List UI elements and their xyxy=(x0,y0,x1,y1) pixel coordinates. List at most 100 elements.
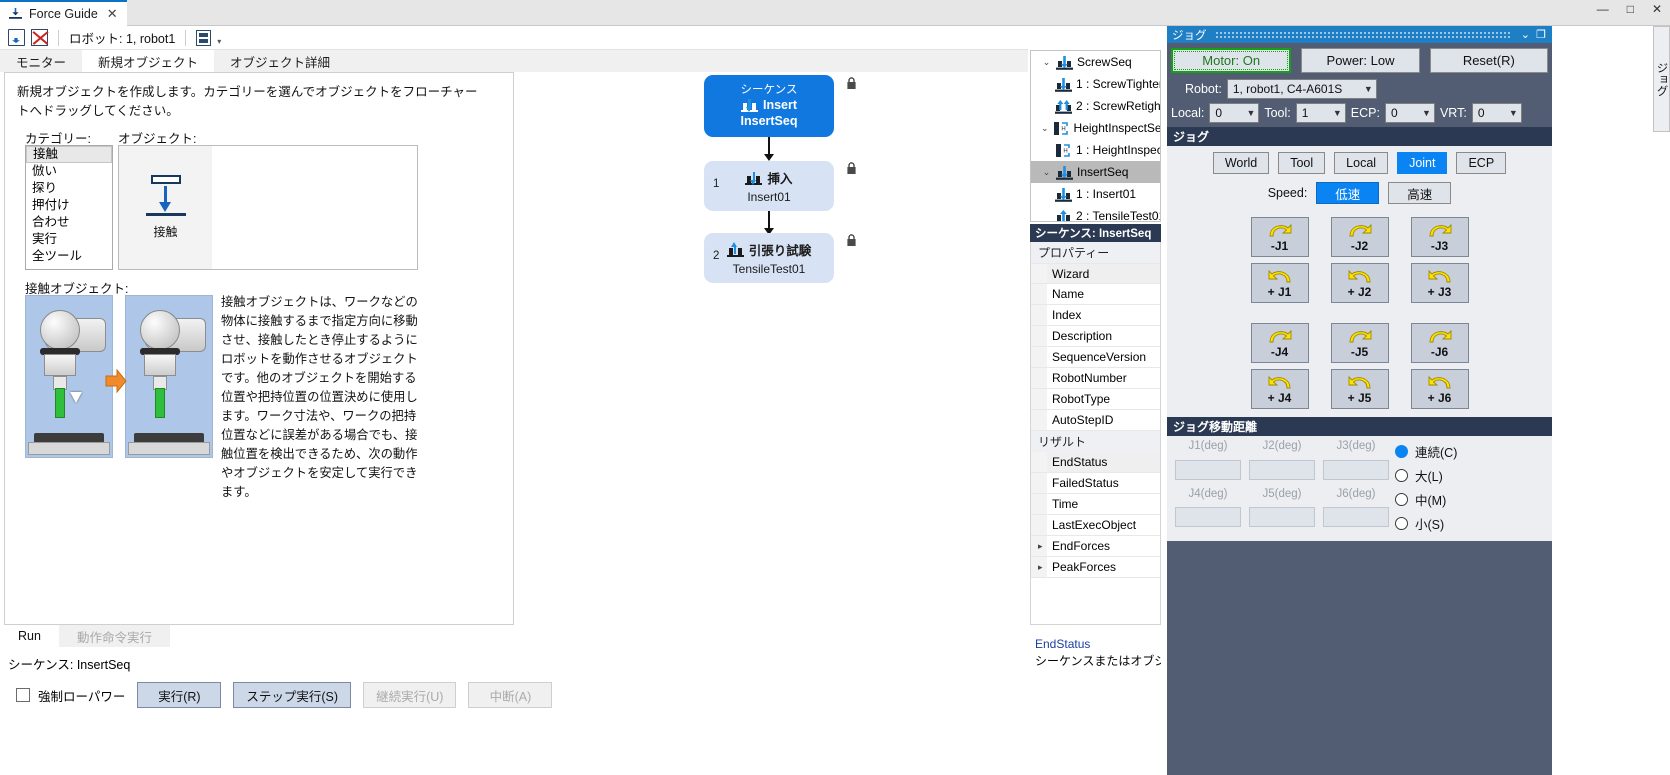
motor-toggle-button[interactable]: Motor: On xyxy=(1171,48,1291,73)
tab-run[interactable]: Run xyxy=(0,625,59,647)
distance-mode-large[interactable]: 大(L) xyxy=(1395,466,1457,485)
chevron-down-icon[interactable]: ⌄ xyxy=(1041,167,1052,178)
save-document-icon[interactable] xyxy=(8,29,25,46)
tree-item-tensiletest01[interactable]: 2 : TensileTest01 xyxy=(1031,205,1160,222)
distance-mode-continuous[interactable]: 連続(C) xyxy=(1395,442,1457,461)
category-item-probe[interactable]: 探り xyxy=(26,180,112,197)
category-item-contact[interactable]: 接触 xyxy=(26,146,112,163)
vrt-select[interactable]: 0 ▼ xyxy=(1472,103,1522,123)
jog-mode-local[interactable]: Local xyxy=(1334,152,1388,174)
category-item-align[interactable]: 合わせ xyxy=(26,214,112,231)
layout-icon[interactable] xyxy=(196,30,211,46)
chevron-right-icon[interactable]: ▸ xyxy=(1038,541,1043,552)
distance-input-j4[interactable] xyxy=(1175,507,1241,527)
robot-selector-label[interactable]: ロボット: 1, robot1 xyxy=(69,28,175,47)
category-item-execute[interactable]: 実行 xyxy=(26,231,112,248)
distance-mode-small[interactable]: 小(S) xyxy=(1395,514,1457,533)
jog-plus-j6[interactable]: + J6 xyxy=(1411,369,1469,409)
tree-item-screwretighten01[interactable]: 2 : ScrewRetighten01 xyxy=(1031,95,1160,117)
close-icon[interactable]: ✕ xyxy=(104,6,121,22)
tab-object-detail[interactable]: オブジェクト詳細 xyxy=(214,50,346,72)
jog-plus-j5[interactable]: + J5 xyxy=(1331,369,1389,409)
category-item-follow[interactable]: 倣い xyxy=(26,163,112,180)
tree-item-heightinspectseq[interactable]: ⌄ H HeightInspectSeq xyxy=(1031,117,1160,139)
distance-input-j2[interactable] xyxy=(1249,460,1315,480)
document-tab-force-guide[interactable]: Force Guide ✕ xyxy=(0,0,127,26)
tab-monitor[interactable]: モニター xyxy=(0,50,82,72)
property-row-sequenceversion[interactable]: SequenceVersion xyxy=(1031,347,1160,368)
tree-item-screwtighten01[interactable]: 1 : ScrewTighten01 xyxy=(1031,73,1160,95)
distance-input-j1[interactable] xyxy=(1175,460,1241,480)
maximize-icon[interactable]: □ xyxy=(1623,2,1638,16)
jog-minus-j3[interactable]: -J3 xyxy=(1411,217,1469,257)
property-grid[interactable]: プロパティー Wizard Name Index Description Seq… xyxy=(1030,242,1161,625)
speed-high-button[interactable]: 高速 xyxy=(1388,182,1451,204)
chevron-down-icon[interactable]: ▾ xyxy=(217,37,221,46)
close-window-icon[interactable]: ✕ xyxy=(1648,2,1666,16)
local-select[interactable]: 0 ▼ xyxy=(1209,103,1259,123)
property-row-endstatus[interactable]: EndStatus xyxy=(1031,452,1160,473)
jog-plus-j2[interactable]: + J2 xyxy=(1331,263,1389,303)
property-row-description[interactable]: Description xyxy=(1031,326,1160,347)
reset-button[interactable]: Reset(R) xyxy=(1430,48,1548,73)
jog-plus-j4[interactable]: + J4 xyxy=(1251,369,1309,409)
flow-node-sequence[interactable]: シーケンス Insert InsertSeq xyxy=(704,75,834,137)
flow-node-step-2[interactable]: 2 引張り試験 TensileTest01 xyxy=(704,233,834,283)
tab-motion-command[interactable]: 動作命令実行 xyxy=(59,625,170,647)
distance-input-j5[interactable] xyxy=(1249,507,1315,527)
chevron-right-icon[interactable]: ▸ xyxy=(1038,562,1043,573)
pin-icon[interactable]: ⌄ xyxy=(1521,28,1530,41)
property-row-time[interactable]: Time xyxy=(1031,494,1160,515)
flow-node-step-1[interactable]: 1 挿入 Insert01 xyxy=(704,161,834,211)
checkbox-icon[interactable] xyxy=(16,688,30,702)
jog-mode-tool[interactable]: Tool xyxy=(1278,152,1325,174)
category-item-press[interactable]: 押付け xyxy=(26,197,112,214)
power-toggle-button[interactable]: Power: Low xyxy=(1301,48,1419,73)
property-row-endforces[interactable]: ▸EndForces xyxy=(1031,536,1160,557)
jog-plus-j3[interactable]: + J3 xyxy=(1411,263,1469,303)
speed-low-button[interactable]: 低速 xyxy=(1316,182,1379,204)
robot-select[interactable]: 1, robot1, C4-A601S ▼ xyxy=(1227,79,1377,99)
tree-item-insertseq[interactable]: ⌄ InsertSeq xyxy=(1031,161,1160,183)
tree-item-screwseq[interactable]: ⌄ ScrewSeq xyxy=(1031,51,1160,73)
property-row-wizard[interactable]: Wizard xyxy=(1031,263,1160,284)
distance-input-j6[interactable] xyxy=(1323,507,1389,527)
run-step-button[interactable]: ステップ実行(S) xyxy=(233,682,351,708)
jog-mode-joint[interactable]: Joint xyxy=(1397,152,1447,174)
minimize-icon[interactable]: — xyxy=(1593,2,1613,16)
jog-docked-tab[interactable]: ジョグ xyxy=(1653,26,1670,132)
distance-mode-medium[interactable]: 中(M) xyxy=(1395,490,1457,509)
property-row-failedstatus[interactable]: FailedStatus xyxy=(1031,473,1160,494)
property-row-autostepid[interactable]: AutoStepID xyxy=(1031,410,1160,431)
object-tile-contact[interactable]: 接触 xyxy=(119,146,212,269)
force-low-power-checkbox[interactable]: 強制ローパワー xyxy=(16,686,125,705)
property-row-index[interactable]: Index xyxy=(1031,305,1160,326)
sequence-tree[interactable]: ⌄ ScrewSeq 1 : ScrewTighten01 2 : ScrewR… xyxy=(1030,50,1161,222)
tool-select[interactable]: 1 ▼ xyxy=(1296,103,1346,123)
delete-cross-icon[interactable] xyxy=(31,29,48,46)
category-list[interactable]: 接触 倣い 探り 押付け 合わせ 実行 全ツール xyxy=(25,145,113,270)
flowchart-canvas[interactable]: シーケンス Insert InsertSeq 1 挿入 Insert01 2 xyxy=(518,72,1026,625)
jog-mode-world[interactable]: World xyxy=(1213,152,1269,174)
chevron-down-icon[interactable]: ⌄ xyxy=(1041,57,1052,68)
distance-input-j3[interactable] xyxy=(1323,460,1389,480)
jog-minus-j5[interactable]: -J5 xyxy=(1331,323,1389,363)
jog-minus-j4[interactable]: -J4 xyxy=(1251,323,1309,363)
tree-item-insert01[interactable]: 1 : Insert01 xyxy=(1031,183,1160,205)
property-row-name[interactable]: Name xyxy=(1031,284,1160,305)
property-row-robotnumber[interactable]: RobotNumber xyxy=(1031,368,1160,389)
property-row-robottype[interactable]: RobotType xyxy=(1031,389,1160,410)
ecp-select[interactable]: 0 ▼ xyxy=(1385,103,1435,123)
jog-minus-j2[interactable]: -J2 xyxy=(1331,217,1389,257)
tab-new-object[interactable]: 新規オブジェクト xyxy=(82,50,214,72)
run-execute-button[interactable]: 実行(R) xyxy=(137,682,221,708)
dock-icon[interactable]: ❐ xyxy=(1536,28,1546,41)
tree-item-heightinspect01[interactable]: H 1 : HeightInspect01 xyxy=(1031,139,1160,161)
property-row-peakforces[interactable]: ▸PeakForces xyxy=(1031,557,1160,578)
chevron-down-icon[interactable]: ⌄ xyxy=(1041,123,1049,134)
property-row-lastexecobject[interactable]: LastExecObject xyxy=(1031,515,1160,536)
jog-minus-j1[interactable]: -J1 xyxy=(1251,217,1309,257)
jog-plus-j1[interactable]: + J1 xyxy=(1251,263,1309,303)
jog-minus-j6[interactable]: -J6 xyxy=(1411,323,1469,363)
jog-mode-ecp[interactable]: ECP xyxy=(1456,152,1506,174)
